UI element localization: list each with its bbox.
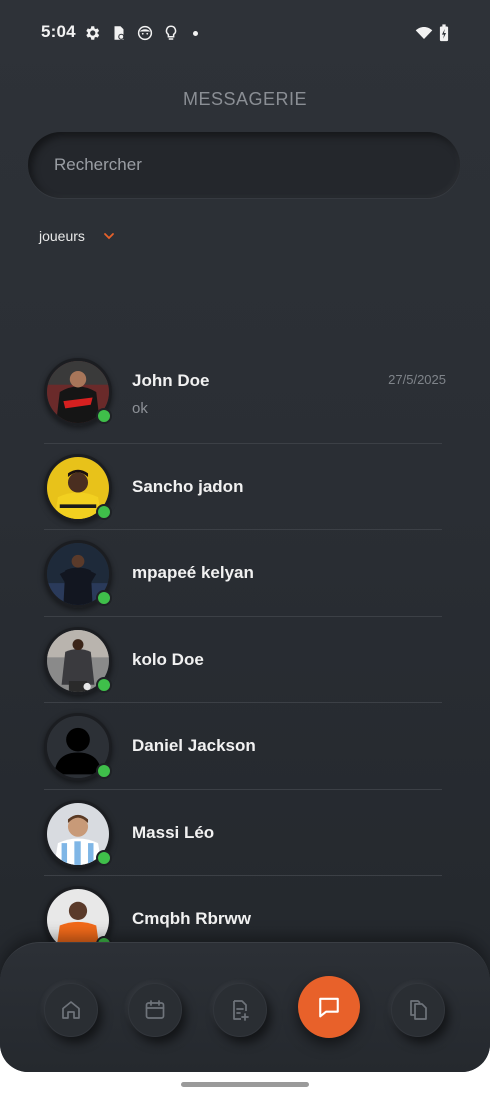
avatar — [44, 540, 112, 609]
contact-item[interactable]: Daniel Jackson — [44, 703, 442, 790]
contact-item[interactable]: kolo Doe — [44, 617, 442, 704]
online-status-dot — [96, 849, 112, 866]
contact-item[interactable]: Sancho jadon — [44, 444, 442, 531]
contact-name: Sancho jadon — [132, 477, 244, 496]
avatar — [44, 626, 112, 695]
face-icon — [137, 25, 153, 41]
status-bar: 5:04 — [0, 0, 490, 66]
nav-home-button[interactable] — [44, 983, 98, 1037]
sim-battery-icon — [114, 26, 125, 40]
online-status-dot — [96, 590, 112, 607]
files-icon — [410, 1000, 427, 1020]
online-status-dot — [96, 763, 112, 780]
calendar-icon — [145, 1000, 165, 1019]
app-screen: 5:04 MESSAGERIE joueurs — [0, 0, 490, 1072]
avatar — [44, 358, 112, 426]
message-date: 27/5/2025 — [388, 372, 446, 387]
avatar — [44, 713, 112, 782]
notification-dot-icon — [193, 31, 198, 36]
last-message: ok — [132, 400, 148, 417]
page-title: MESSAGERIE — [182, 89, 308, 109]
contact-name: Massi Léo — [132, 822, 215, 842]
nav-files-button[interactable] — [391, 983, 445, 1037]
contact-item[interactable]: mpapeé kelyan — [44, 530, 442, 617]
avatar — [44, 799, 112, 868]
contact-list: John Doe 27/5/2025 ok Sancho jadon mpape… — [44, 358, 446, 963]
contact-name: mpapeé kelyan — [132, 563, 254, 583]
online-status-dot — [96, 504, 112, 520]
search-input[interactable] — [28, 132, 460, 198]
contact-name: John Doe — [132, 371, 210, 390]
contact-name: kolo Doe — [132, 649, 204, 669]
settings-icon — [86, 26, 100, 40]
home-indicator[interactable] — [181, 1082, 309, 1087]
nav-chat-button[interactable] — [298, 976, 360, 1038]
online-status-dot — [96, 408, 112, 424]
contact-name: Daniel Jackson — [132, 736, 256, 756]
chevron-down-icon — [104, 233, 114, 240]
contact-item[interactable]: Massi Léo — [44, 790, 442, 876]
wifi-icon — [415, 27, 433, 39]
contact-name: Cmqbh Rbrww — [132, 908, 251, 928]
document-add-icon — [233, 1000, 249, 1021]
battery-charging-icon — [439, 24, 449, 42]
avatar — [44, 454, 112, 522]
status-time: 5:04 — [41, 22, 76, 41]
chat-icon — [319, 997, 339, 1018]
home-icon — [62, 1001, 80, 1019]
filter-dropdown[interactable]: joueurs — [39, 228, 115, 244]
nav-calendar-button[interactable] — [128, 983, 182, 1037]
online-status-dot — [96, 676, 112, 693]
bottom-navigation — [0, 942, 490, 1072]
contact-item[interactable]: John Doe 27/5/2025 ok — [44, 358, 446, 444]
lightbulb-icon — [165, 25, 177, 40]
filter-label: joueurs — [39, 228, 85, 244]
nav-document-add-button[interactable] — [213, 983, 267, 1037]
